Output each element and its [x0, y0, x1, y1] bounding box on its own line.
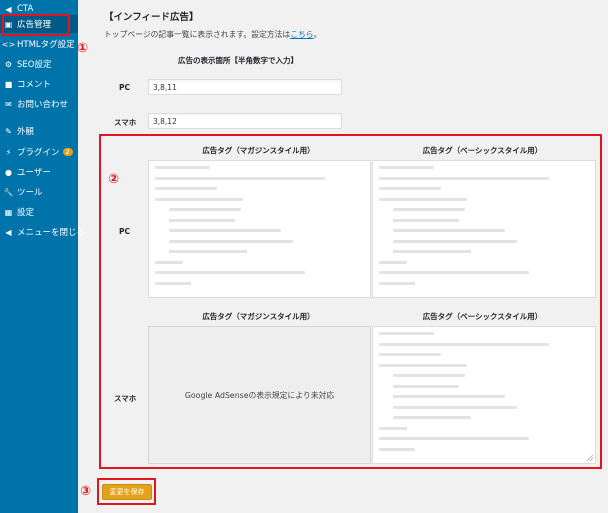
placement-pc-input[interactable]: 3,8,11: [148, 79, 342, 95]
pc-basic-tag-textarea[interactable]: [372, 160, 596, 298]
sidebar-item-plugins[interactable]: ⚡ プラグイン 2: [0, 143, 78, 161]
plugin-update-badge: 2: [62, 148, 73, 156]
wrench-icon: 🔧: [3, 187, 14, 197]
sidebar-item-comments[interactable]: ■ コメント: [0, 75, 78, 93]
placement-pc-label: PC: [119, 83, 131, 92]
tags-pc-label: PC: [119, 227, 131, 236]
brush-icon: ✎: [5, 126, 12, 136]
sp-magazine-header: 広告タグ（マガジンスタイル用）: [202, 312, 315, 321]
comment-icon: ■: [4, 79, 13, 89]
megaphone-icon: ◀: [5, 4, 12, 14]
mail-icon: ✉: [5, 99, 12, 109]
section-title: 【インフィード広告】: [104, 12, 199, 23]
settings-icon: ▦: [4, 207, 13, 217]
tags-sp-label: スマホ: [114, 394, 137, 403]
sidebar-item-settings[interactable]: ▦ 設定: [0, 203, 78, 221]
sidebar-item-users[interactable]: ● ユーザー: [0, 163, 78, 181]
settings-help-link[interactable]: こちら: [290, 30, 313, 39]
annotation-number-3: ③: [80, 484, 92, 499]
ad-icon: ▣: [4, 19, 13, 29]
sp-basic-header: 広告タグ（ベーシックスタイル用）: [422, 312, 543, 321]
annotation-number-2: ②: [108, 172, 120, 187]
user-icon: ●: [5, 167, 12, 177]
plugin-icon: ⚡: [5, 147, 12, 157]
collapse-icon: ◀: [5, 227, 12, 237]
admin-sidebar: ◀ CTA ▣ 広告管理 <> HTMLタグ設定 ⚙ SEO設定 ■ コメント …: [0, 0, 85, 513]
pc-magazine-tag-textarea[interactable]: [148, 160, 371, 298]
placement-sp-input[interactable]: 3,8,12: [148, 113, 342, 129]
code-icon: <>: [1, 39, 16, 49]
sp-magazine-unsupported-notice: Google AdSenseの表示規定により未対応: [148, 326, 371, 464]
sidebar-item-appearance[interactable]: ✎ 外観: [0, 122, 78, 140]
save-changes-button[interactable]: 変更を保存: [102, 484, 152, 500]
placement-heading: 広告の表示箇所【半角数字で入力】: [178, 56, 298, 65]
sidebar-item-seo[interactable]: ⚙ SEO設定: [0, 55, 78, 73]
main-content: 【インフィード広告】 トップページの記事一覧に表示されます。設定方法はこちら。 …: [78, 0, 608, 513]
sidebar-item-ad-management[interactable]: ▣ 広告管理: [0, 15, 78, 33]
sidebar-item-tools[interactable]: 🔧 ツール: [0, 183, 78, 201]
sidebar-item-contact[interactable]: ✉ お問い合わせ: [0, 95, 78, 113]
sp-basic-tag-textarea[interactable]: [372, 326, 596, 464]
sidebar-item-collapse-menu[interactable]: ◀ メニューを閉じる: [0, 223, 85, 241]
pc-magazine-header: 広告タグ（マガジンスタイル用）: [202, 146, 315, 155]
pc-basic-header: 広告タグ（ベーシックスタイル用）: [422, 146, 543, 155]
section-description: トップページの記事一覧に表示されます。設定方法はこちら。: [104, 30, 322, 39]
textarea-resize-handle[interactable]: [587, 455, 593, 461]
placement-sp-label: スマホ: [114, 118, 137, 127]
gear-icon: ⚙: [4, 59, 13, 69]
sidebar-item-html-tags[interactable]: <> HTMLタグ設定: [0, 35, 78, 53]
